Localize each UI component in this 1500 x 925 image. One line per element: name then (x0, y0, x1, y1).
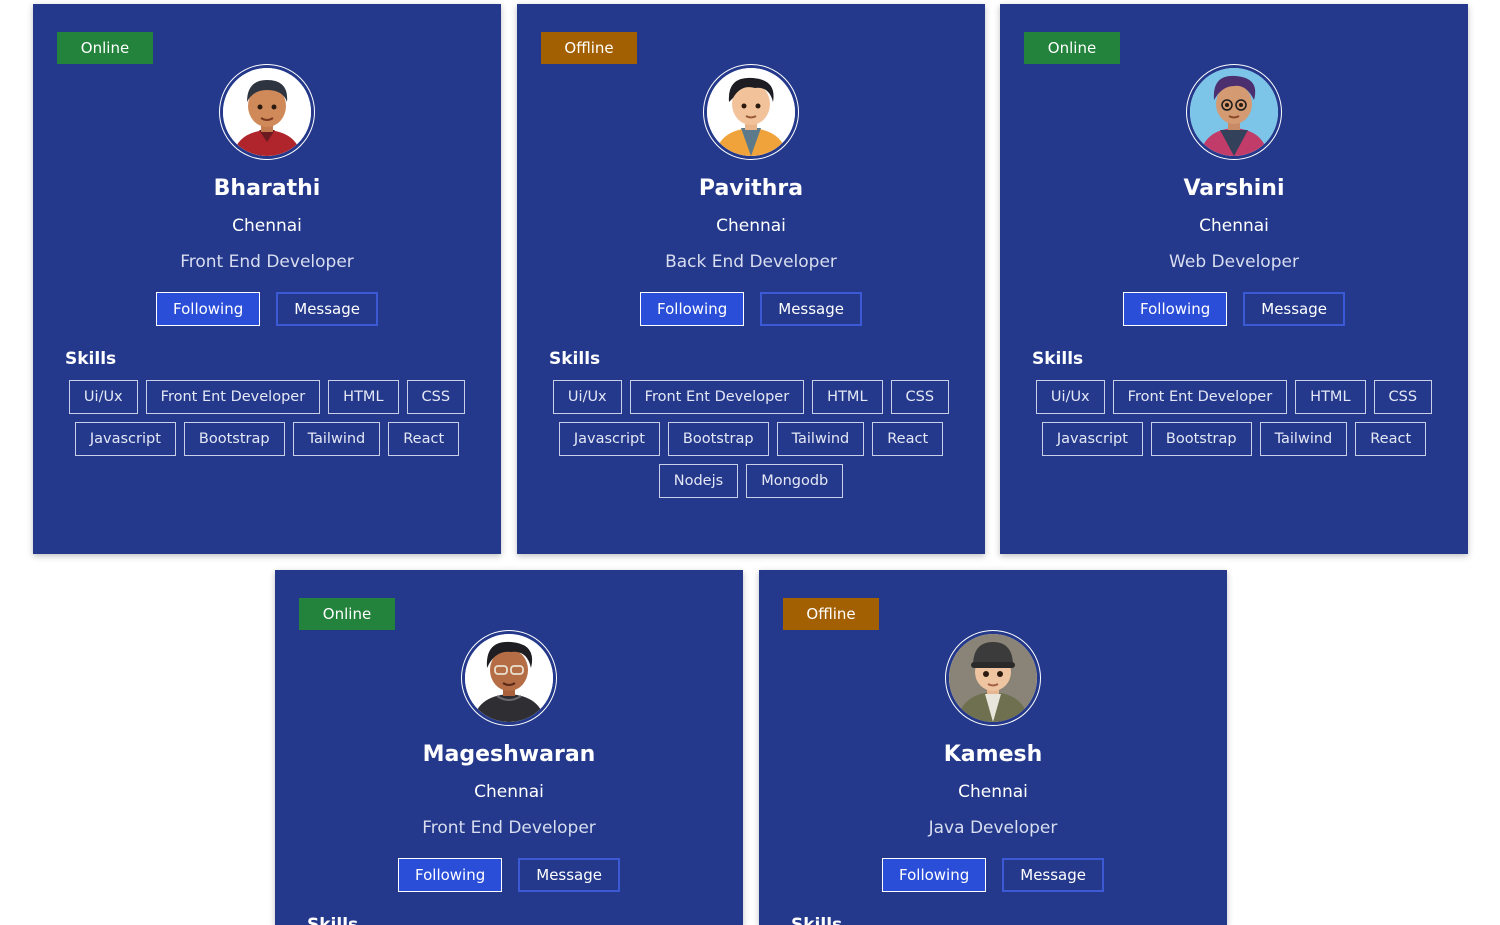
skills-list: Ui/Ux Front Ent Developer HTML CSS Javas… (537, 380, 965, 498)
avatar-image (223, 68, 311, 156)
following-button[interactable]: Following (156, 292, 261, 326)
skill-tag: Mongodb (746, 464, 844, 498)
message-button[interactable]: Message (276, 292, 378, 326)
skills-heading: Skills (307, 915, 359, 925)
skill-tag: React (872, 422, 944, 456)
message-button[interactable]: Message (518, 858, 620, 892)
skill-tag: HTML (1295, 380, 1366, 414)
profile-name: Varshini (1183, 176, 1285, 201)
skill-tag: CSS (1373, 380, 1433, 414)
profile-name: Mageshwaran (422, 742, 596, 767)
profile-actions: Following Message (1000, 292, 1468, 326)
skill-tag: Javascript (558, 422, 660, 456)
profile-city: Chennai (958, 782, 1028, 802)
status-badge: Online (57, 32, 153, 64)
profile-name: Pavithra (698, 176, 804, 201)
avatar (461, 630, 557, 726)
profile-actions: Following Message (517, 292, 985, 326)
skill-tag: Tailwind (1259, 422, 1348, 456)
skill-tag: Bootstrap (183, 422, 285, 456)
skill-tag: Ui/Ux (552, 380, 622, 414)
status-badge: Offline (783, 598, 879, 630)
skills-heading: Skills (1032, 349, 1084, 369)
skills-list: Ui/Ux Front Ent Developer HTML CSS Javas… (53, 380, 481, 456)
following-button[interactable]: Following (1123, 292, 1228, 326)
profile-role: Web Developer (1169, 252, 1299, 272)
profile-card: Offline Kamesh Chennai Java Developer Fo… (759, 570, 1227, 925)
status-badge: Online (299, 598, 395, 630)
profile-card: Online Varshini Chennai Web Developer Fo… (1000, 4, 1468, 554)
avatar (703, 64, 799, 160)
profile-role: Java Developer (928, 818, 1058, 838)
skill-tag: Front Ent Developer (1112, 380, 1288, 414)
following-button[interactable]: Following (398, 858, 503, 892)
profile-role: Back End Developer (665, 252, 837, 272)
skill-tag: CSS (406, 380, 466, 414)
avatar-image (707, 68, 795, 156)
skill-tag: Bootstrap (1150, 422, 1252, 456)
skills-heading: Skills (65, 349, 117, 369)
avatar (945, 630, 1041, 726)
profile-cards-grid: Online Bharathi Chennai Front End Develo… (0, 0, 1500, 925)
profile-actions: Following Message (759, 858, 1227, 892)
profile-card: Online Mageshwaran Chennai Front End Dev… (275, 570, 743, 925)
skill-tag: HTML (812, 380, 883, 414)
skill-tag: Tailwind (776, 422, 865, 456)
profile-city: Chennai (716, 216, 786, 236)
skills-heading: Skills (549, 349, 601, 369)
profile-role: Front End Developer (180, 252, 354, 272)
profile-actions: Following Message (275, 858, 743, 892)
skills-heading: Skills (791, 915, 843, 925)
skill-tag: Front Ent Developer (145, 380, 321, 414)
skill-tag: React (1355, 422, 1427, 456)
skills-list: Ui/Ux Front Ent Developer HTML CSS Javas… (1020, 380, 1448, 456)
avatar-image (1190, 68, 1278, 156)
profile-name: Bharathi (213, 176, 321, 201)
status-badge: Offline (541, 32, 637, 64)
skill-tag: React (388, 422, 460, 456)
profile-card: Online Bharathi Chennai Front End Develo… (33, 4, 501, 554)
profile-role: Front End Developer (422, 818, 596, 838)
profile-city: Chennai (474, 782, 544, 802)
skill-tag: Ui/Ux (1035, 380, 1105, 414)
skill-tag: Javascript (74, 422, 176, 456)
profile-actions: Following Message (33, 292, 501, 326)
profile-city: Chennai (1199, 216, 1269, 236)
skill-tag: Nodejs (658, 464, 739, 498)
message-button[interactable]: Message (760, 292, 862, 326)
skill-tag: Ui/Ux (68, 380, 138, 414)
following-button[interactable]: Following (882, 858, 987, 892)
avatar-image (949, 634, 1037, 722)
following-button[interactable]: Following (640, 292, 745, 326)
profile-name: Kamesh (943, 742, 1043, 767)
message-button[interactable]: Message (1243, 292, 1345, 326)
avatar (219, 64, 315, 160)
skill-tag: Tailwind (292, 422, 381, 456)
avatar (1186, 64, 1282, 160)
avatar-image (465, 634, 553, 722)
profile-city: Chennai (232, 216, 302, 236)
message-button[interactable]: Message (1002, 858, 1104, 892)
status-badge: Online (1024, 32, 1120, 64)
skill-tag: Front Ent Developer (629, 380, 805, 414)
skill-tag: Bootstrap (667, 422, 769, 456)
skill-tag: HTML (328, 380, 399, 414)
skill-tag: CSS (890, 380, 950, 414)
skill-tag: Javascript (1041, 422, 1143, 456)
profile-card: Offline Pavithra Chennai Back End Develo… (517, 4, 985, 554)
